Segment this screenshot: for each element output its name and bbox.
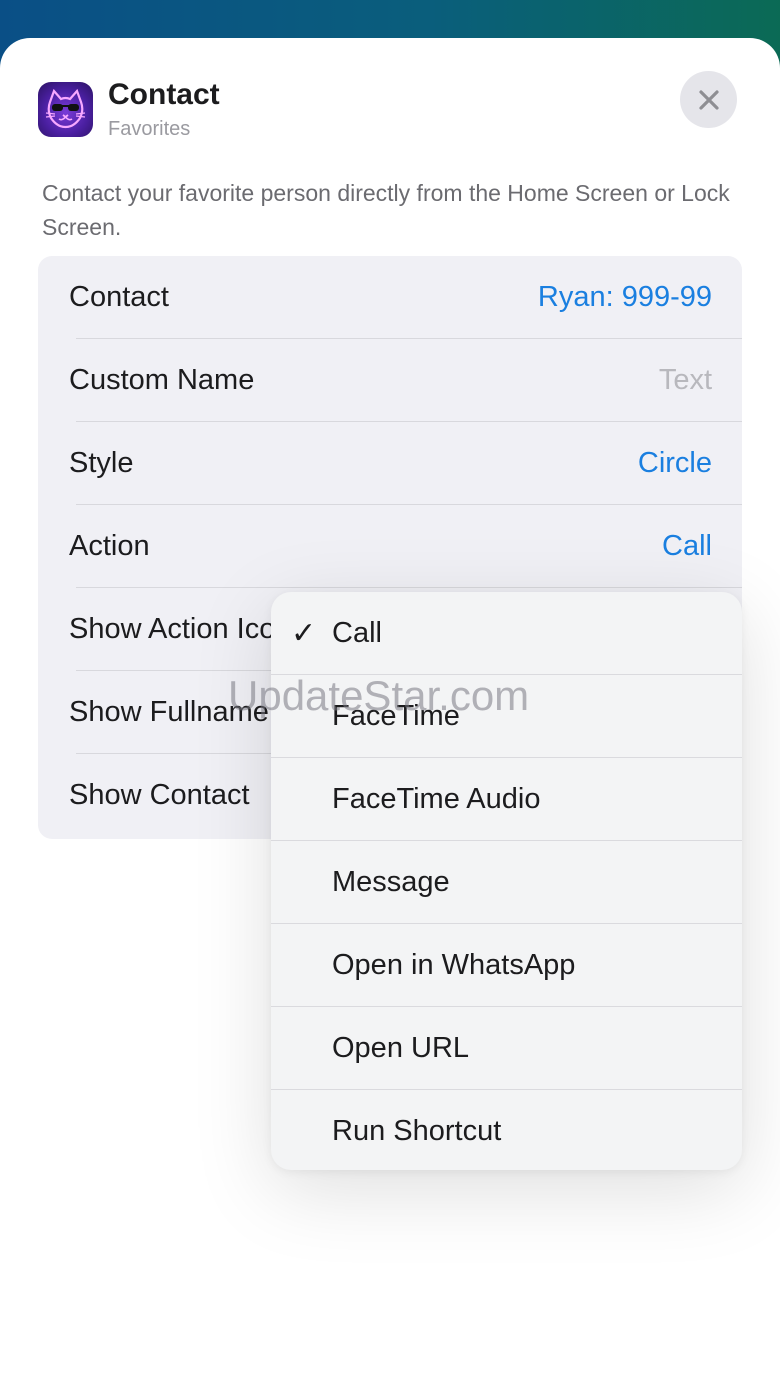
close-button[interactable] (680, 71, 737, 128)
action-value[interactable]: Call (662, 505, 712, 588)
checkmark-icon: ✓ (291, 617, 317, 650)
contact-value[interactable]: Ryan: 999-99 (538, 256, 712, 339)
menu-item-label: Run Shortcut (332, 1115, 502, 1147)
style-value[interactable]: Circle (638, 422, 712, 505)
row-label: Action (69, 530, 150, 562)
custom-name-input[interactable]: Text (659, 339, 712, 422)
row-label: Show Action Icon (69, 613, 292, 645)
custom-name-row[interactable]: Custom Name Text (38, 339, 742, 422)
menu-item-call[interactable]: ✓ Call (271, 592, 742, 675)
watermark: UpdateStar.com (228, 672, 530, 719)
menu-item-label: FaceTime Audio (332, 783, 541, 815)
menu-item-label: Open URL (332, 1032, 470, 1064)
action-row[interactable]: Action Call (38, 505, 742, 588)
row-label: Contact (69, 281, 169, 313)
menu-item-open-url[interactable]: Open URL (271, 1007, 742, 1090)
menu-item-open-in-whatsapp[interactable]: Open in WhatsApp (271, 924, 742, 1007)
menu-item-label: Call (332, 617, 382, 649)
widget-description: Contact your favorite person directly fr… (42, 180, 730, 240)
menu-item-facetime-audio[interactable]: FaceTime Audio (271, 758, 742, 841)
menu-item-label: Open in WhatsApp (332, 949, 576, 981)
menu-item-run-shortcut[interactable]: Run Shortcut (271, 1090, 742, 1170)
row-label: Show Contact (69, 779, 250, 811)
neon-cat-icon (38, 82, 93, 137)
app-subtitle: Favorites (108, 118, 191, 140)
contact-row[interactable]: Contact Ryan: 999-99 (38, 256, 742, 339)
style-row[interactable]: Style Circle (38, 422, 742, 505)
menu-item-label: Message (332, 866, 450, 898)
menu-item-message[interactable]: Message (271, 841, 742, 924)
app-title: Contact (108, 78, 220, 111)
row-label: Style (69, 447, 134, 479)
close-icon (698, 89, 719, 110)
row-label: Custom Name (69, 364, 255, 396)
